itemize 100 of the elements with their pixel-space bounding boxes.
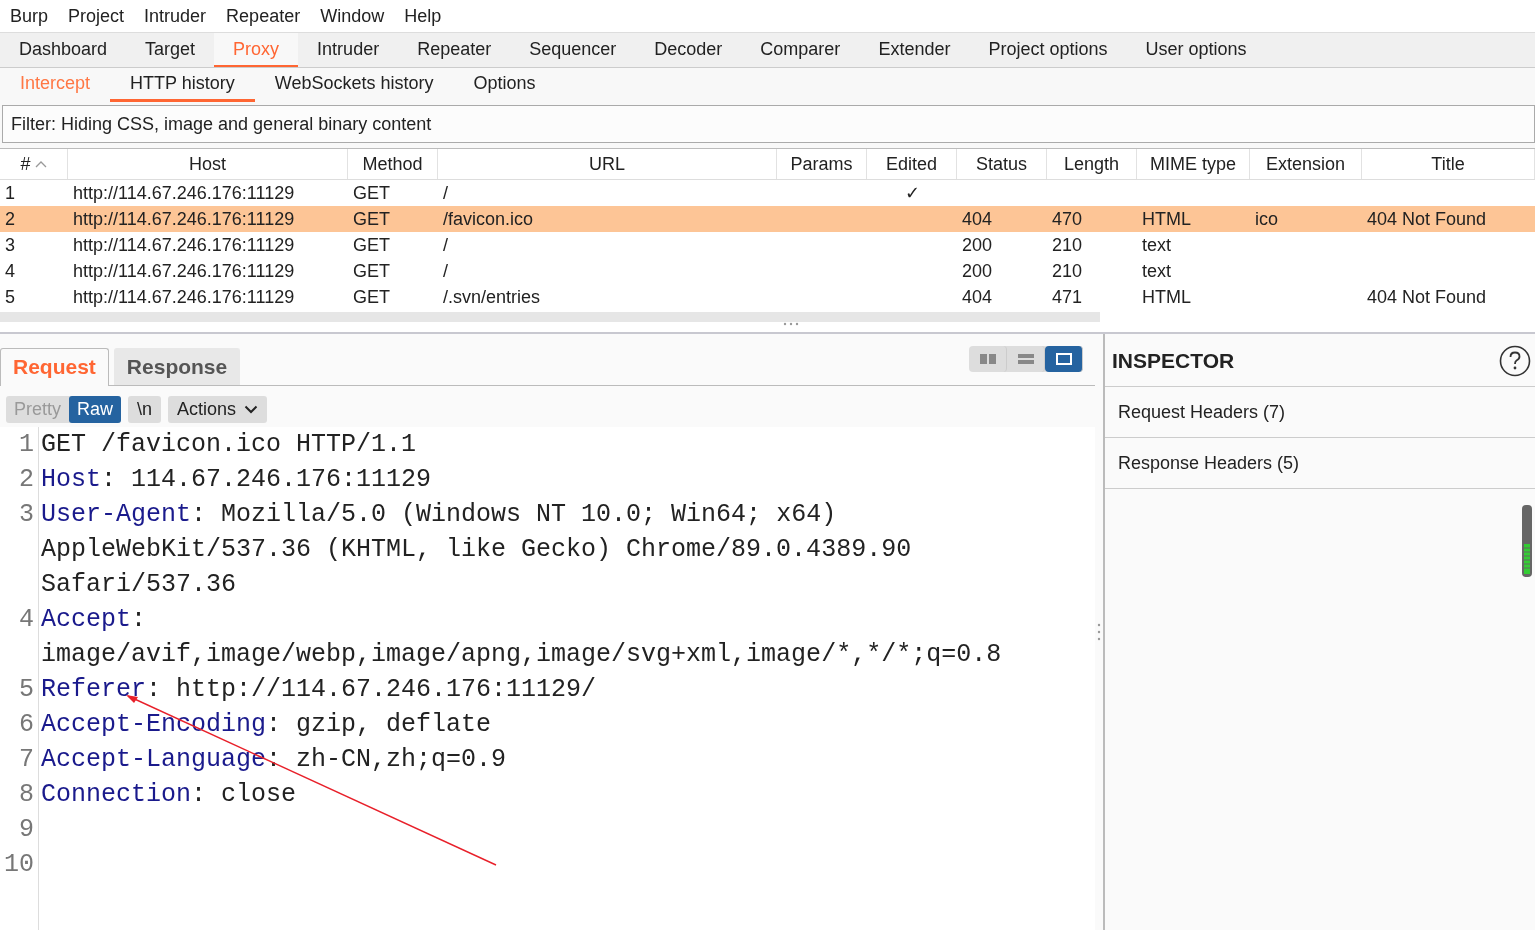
table-cell: http://114.67.246.176:11129 — [73, 261, 295, 281]
main-tab[interactable]: Target — [126, 33, 215, 67]
line-number: 6 — [0, 707, 39, 742]
line-number: 4 — [0, 602, 39, 672]
table-cell: 404 Not Found — [1367, 209, 1487, 229]
table-cell: /favicon.ico — [443, 209, 534, 229]
line-number: 5 — [0, 672, 39, 707]
table-cell: 200 — [962, 261, 993, 281]
table-cell: GET — [353, 261, 390, 281]
table-cell: GET — [353, 287, 390, 307]
message-tab[interactable]: Response — [113, 348, 241, 385]
main-tab[interactable]: Sequencer — [510, 33, 636, 67]
table-cell: / — [443, 183, 448, 203]
sub-tab[interactable]: WebSockets history — [254, 68, 454, 102]
drag-handle-icon — [1097, 623, 1101, 641]
table-cell: 404 Not Found — [1367, 287, 1487, 307]
code-line: Accept-Language: zh-CN,zh;q=0.9 — [41, 744, 508, 776]
line-number: 3 — [0, 497, 39, 602]
column-header[interactable]: MIME type — [1137, 149, 1250, 179]
table-cell: / — [443, 235, 448, 255]
main-tab[interactable]: Intruder — [298, 33, 399, 67]
help-icon — [1499, 345, 1531, 377]
line-number: 10 — [0, 847, 39, 882]
column-header[interactable]: Length — [1047, 149, 1137, 179]
table-cell: 210 — [1052, 261, 1083, 281]
sub-tab[interactable]: Options — [453, 68, 556, 102]
table-cell: 200 — [962, 235, 993, 255]
menu-item[interactable]: Burp — [10, 5, 59, 27]
table-row[interactable]: 5 http://114.67.246.176:11129 GET /.svn/entries 404 471 HTML 404 Not Found — [0, 284, 1535, 310]
actions-button[interactable]: Actions — [168, 396, 268, 423]
single-pane-icon — [1054, 352, 1073, 366]
main-tab[interactable]: Project options — [969, 33, 1127, 67]
request-editor[interactable] — [0, 427, 1095, 930]
code-line: Referer: http://114.67.246.176:11129/ — [41, 674, 598, 706]
table-cell: HTML — [1142, 287, 1191, 307]
column-header[interactable]: Status — [957, 149, 1047, 179]
table-cell: 404 — [962, 209, 993, 229]
table-cell: 470 — [1052, 209, 1083, 229]
table-cell: text — [1142, 261, 1171, 281]
menu-item[interactable]: Repeater — [226, 5, 311, 27]
menu-item[interactable]: Help — [404, 5, 452, 27]
table-cell: ✓ — [904, 183, 920, 203]
table-row[interactable]: 4 http://114.67.246.176:11129 GET / 200 210 text — [0, 258, 1535, 284]
format-button[interactable]: Raw — [69, 396, 122, 423]
inspector-section[interactable]: Request Headers (7) — [1105, 387, 1535, 438]
table-cell: HTML — [1142, 209, 1191, 229]
inspector-section[interactable]: Response Headers (5) — [1105, 438, 1535, 489]
stacked-panes-icon — [1016, 352, 1035, 366]
code-line: User-Agent: Mozilla/5.0 (Windows NT 10.0; Win64; x64) AppleWebKit/537.36 (KHTML, like Gecko) Chrome/89.0.4389.90 Safari/537.36 — [41, 499, 913, 601]
line-number: 7 — [0, 742, 39, 777]
view-mode-button[interactable] — [1045, 346, 1083, 372]
memory-gauge-icon — [1521, 504, 1533, 578]
column-header[interactable]: Method — [348, 149, 438, 179]
table-row[interactable]: 2 http://114.67.246.176:11129 GET /favicon.ico 404 470 HTML ico 404 Not Found — [0, 206, 1535, 232]
table-cell: 1 — [5, 183, 15, 203]
table-cell: 3 — [5, 235, 15, 255]
main-tab[interactable]: Extender — [859, 33, 970, 67]
menu-item[interactable]: Intruder — [144, 5, 217, 27]
column-header[interactable]: Edited — [867, 149, 957, 179]
line-number: 8 — [0, 777, 39, 812]
code-line: Connection: close — [41, 779, 298, 811]
code-line: Accept: image/avif,image/webp,image/apng,image/svg+xml,image/*,*/*;q=0.8 — [41, 604, 1003, 671]
column-header[interactable]: Params — [777, 149, 867, 179]
line-number: 9 — [0, 812, 39, 847]
code-line: Host: 114.67.246.176:11129 — [41, 464, 433, 496]
column-header[interactable]: URL — [438, 149, 777, 179]
table-cell: / — [443, 261, 448, 281]
table-cell: 210 — [1052, 235, 1083, 255]
code-line: GET /favicon.ico HTTP/1.1 — [41, 429, 418, 461]
filter-bar[interactable]: Filter: Hiding CSS, image and general binary content — [2, 105, 1535, 143]
column-header[interactable]: Title — [1362, 149, 1535, 179]
table-cell: 4 — [5, 261, 15, 281]
main-tab[interactable]: Comparer — [741, 33, 860, 67]
main-tab[interactable]: Dashboard — [0, 33, 127, 67]
table-cell: GET — [353, 183, 390, 203]
table-row[interactable]: 1 http://114.67.246.176:11129 GET / ✓ — [0, 180, 1535, 206]
column-header[interactable]: Host — [68, 149, 348, 179]
table-cell: http://114.67.246.176:11129 — [73, 183, 295, 203]
table-cell: text — [1142, 235, 1171, 255]
line-number: 1 — [0, 427, 39, 462]
main-tab[interactable]: Repeater — [398, 33, 511, 67]
table-cell: 471 — [1052, 287, 1083, 307]
table-row[interactable]: 3 http://114.67.246.176:11129 GET / 200 210 text — [0, 232, 1535, 258]
table-cell: /.svn/entries — [443, 287, 541, 307]
table-cell: http://114.67.246.176:11129 — [73, 287, 295, 307]
newline-toggle[interactable]: \n — [128, 396, 162, 423]
table-cell: GET — [353, 209, 390, 229]
main-tab[interactable]: User options — [1126, 33, 1266, 67]
drag-handle-icon — [782, 322, 799, 326]
table-cell: 5 — [5, 287, 15, 307]
chevron-down-icon — [244, 405, 259, 414]
column-header[interactable]: Extension — [1250, 149, 1362, 179]
column-header[interactable]: # — [0, 149, 68, 179]
main-tab[interactable]: Decoder — [635, 33, 742, 67]
horizontal-scrollbar[interactable] — [0, 312, 1100, 322]
menu-item[interactable]: Window — [320, 5, 395, 27]
table-cell: ico — [1255, 209, 1278, 229]
table-cell: 404 — [962, 287, 993, 307]
menu-item[interactable]: Project — [68, 5, 135, 27]
table-cell: http://114.67.246.176:11129 — [73, 209, 295, 229]
